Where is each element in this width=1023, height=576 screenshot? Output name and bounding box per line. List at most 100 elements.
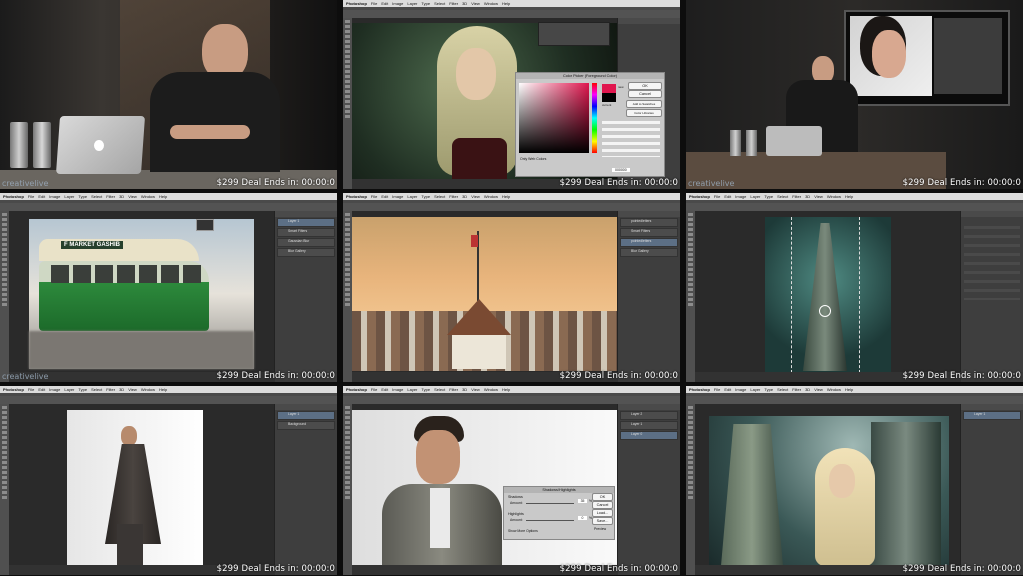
woman-face xyxy=(829,464,855,498)
options-bar xyxy=(0,203,337,211)
gazebo-base xyxy=(452,335,506,369)
thumbnail-color-picker[interactable]: Photoshop File Edit Image Layer Type Select Fil… xyxy=(343,0,680,189)
layer-row[interactable]: pointedletters xyxy=(620,238,678,247)
thumbnail-shadows-highlights[interactable]: Photoshop File Edit Image Layer Type Select Fil… xyxy=(343,386,680,575)
menu-bar: Photoshop File Edit Image Layer Type Select Fil… xyxy=(343,193,680,200)
color-field[interactable] xyxy=(519,83,589,153)
canvas[interactable] xyxy=(9,404,275,570)
thumbnail-composite[interactable]: Photoshop File Edit Image Layer Type Select Fil… xyxy=(686,386,1023,575)
apple-logo-icon xyxy=(94,140,104,151)
layer-row[interactable]: Smart Filters xyxy=(277,228,335,237)
canvas[interactable] xyxy=(352,211,618,372)
shadows-amount-slider[interactable] xyxy=(526,503,574,504)
layer-row[interactable]: Layer 0 xyxy=(620,431,678,440)
shadows-highlights-dialog[interactable]: Shadows/Highlights Shadows Amount: 35 % … xyxy=(503,486,615,540)
color-picker-dialog[interactable]: Color Picker (Foreground Color) new curr… xyxy=(515,72,665,177)
trolley-windows xyxy=(51,265,201,283)
preview-checkbox[interactable]: Preview xyxy=(594,527,606,531)
mug-right xyxy=(33,122,51,168)
thumbnail-instructor-laptop[interactable]: creativelive $299 Deal Ends in: 00:00:0 xyxy=(0,0,337,189)
show-more-options-checkbox[interactable]: Show More Options xyxy=(508,529,538,533)
instructor-hands xyxy=(170,125,250,139)
layer-row[interactable]: Layer 1 xyxy=(277,218,335,227)
options-bar xyxy=(0,396,337,404)
canvas[interactable]: F MARKET GASHIB xyxy=(9,211,275,372)
current-swatch xyxy=(602,93,616,102)
thumbnail-trolley-blur[interactable]: Photoshop File Edit Image Layer Type Select Fil… xyxy=(0,193,337,382)
hex-field[interactable]: 000000 xyxy=(612,168,630,172)
canvas[interactable] xyxy=(352,404,618,570)
layer-row[interactable]: Gaussian Blur xyxy=(277,238,335,247)
deal-countdown: $299 Deal Ends in: 00:00:0 xyxy=(902,178,1021,188)
hue-slider[interactable] xyxy=(592,83,597,153)
layer-row[interactable]: Layer 2 xyxy=(620,411,678,420)
blur-pin[interactable] xyxy=(196,219,214,231)
monitor-panels xyxy=(934,18,1002,94)
deal-countdown: $299 Deal Ends in: 00:00:0 xyxy=(216,371,335,381)
shadows-amount-label: Amount: xyxy=(510,501,523,505)
color-libraries-button[interactable]: Color Libraries xyxy=(626,109,662,117)
layer-row[interactable]: Blur Gallery xyxy=(620,248,678,257)
layers-panel[interactable]: Layer 1 xyxy=(960,404,1023,565)
menu-bar: Photoshop File Edit Image Layer Type Select Fil… xyxy=(343,0,680,7)
layer-row[interactable]: Smart Filters xyxy=(620,228,678,237)
ok-button[interactable]: OK xyxy=(628,82,662,90)
deal-countdown: $299 Deal Ends in: 00:00:0 xyxy=(559,178,678,188)
thumbnail-man-coat[interactable]: Photoshop File Edit Image Layer Type Select Fil… xyxy=(0,386,337,575)
menu-bar: Photoshop File Edit Image Layer Type Select Fil… xyxy=(0,386,337,393)
load-button[interactable]: Load... xyxy=(592,509,613,517)
thumbnail-rooftops[interactable]: Photoshop File Edit Image Layer Type Select Fil… xyxy=(343,193,680,382)
dress xyxy=(452,138,507,183)
menu-bar: Photoshop File Edit Image Layer Type Select Fil… xyxy=(343,386,680,393)
thumbnail-flatiron[interactable]: Photoshop File Edit Image Layer Type Select Fil… xyxy=(686,193,1023,382)
deal-countdown: $299 Deal Ends in: 00:00:0 xyxy=(216,564,335,574)
blur-options[interactable] xyxy=(964,220,1020,300)
man-face xyxy=(416,430,460,484)
highlights-amount-input[interactable]: 0 xyxy=(578,516,587,520)
value-fields[interactable] xyxy=(602,117,660,157)
laptop xyxy=(766,126,822,156)
dialog-title: Color Picker (Foreground Color) xyxy=(516,73,664,79)
trolley-sign: F MARKET GASHIB xyxy=(61,241,123,249)
man-head xyxy=(121,426,137,446)
layer-row[interactable]: Layer 1 xyxy=(277,411,335,420)
highlights-amount-label: Amount: xyxy=(510,518,523,522)
options-bar xyxy=(343,10,680,18)
canvas[interactable] xyxy=(695,404,961,566)
layer-row[interactable]: Blur Gallery xyxy=(277,248,335,257)
right-tower xyxy=(871,422,941,566)
man-shirt xyxy=(430,488,450,548)
man-legs xyxy=(117,524,143,568)
only-web-colors-checkbox[interactable]: Only Web Colors xyxy=(520,157,546,161)
blur-tools-panel[interactable] xyxy=(960,211,1023,372)
layers-panel[interactable]: Layer 2 Layer 1 Layer 0 xyxy=(617,404,680,565)
layer-row[interactable]: Layer 1 xyxy=(963,411,1021,420)
options-bar xyxy=(343,203,680,211)
layer-row[interactable]: Layer 1 xyxy=(620,421,678,430)
cancel-button[interactable]: Cancel xyxy=(628,90,662,98)
layer-row[interactable]: Background xyxy=(277,421,335,430)
layer-row[interactable]: pointedletters xyxy=(620,218,678,227)
shadows-label: Shadows xyxy=(508,495,523,499)
shadows-amount-input[interactable]: 35 xyxy=(578,499,587,503)
save-button[interactable]: Save... xyxy=(592,517,613,525)
menu-bar: Photoshop File Edit Image Layer Type Select Fil… xyxy=(686,193,1023,200)
thumbnail-instructor-wide[interactable]: creativelive $299 Deal Ends in: 00:00:0 xyxy=(686,0,1023,189)
current-label: current xyxy=(602,103,612,107)
watermark: creativelive xyxy=(2,179,49,188)
flag xyxy=(471,235,478,247)
properties-mini-panel xyxy=(538,22,610,46)
layers-panel[interactable]: pointedletters Smart Filters pointedlett… xyxy=(617,211,680,372)
deal-countdown: $299 Deal Ends in: 00:00:0 xyxy=(902,371,1021,381)
layers-panel[interactable]: Layer 1 Background xyxy=(274,404,337,565)
menu-bar: Photoshop File Edit Image Layer Type Select Fil… xyxy=(0,193,337,200)
highlights-amount-slider[interactable] xyxy=(526,520,574,521)
blur-pin[interactable] xyxy=(819,305,831,317)
new-swatch xyxy=(602,84,616,93)
layers-panel[interactable]: Layer 1 Smart Filters Gaussian Blur Blur… xyxy=(274,211,337,372)
add-to-swatches-button[interactable]: Add to Swatches xyxy=(626,100,662,108)
highlights-label: Highlights xyxy=(508,512,524,516)
ok-button[interactable]: OK xyxy=(592,493,613,501)
cancel-button[interactable]: Cancel xyxy=(592,501,613,509)
canvas[interactable] xyxy=(695,211,961,373)
